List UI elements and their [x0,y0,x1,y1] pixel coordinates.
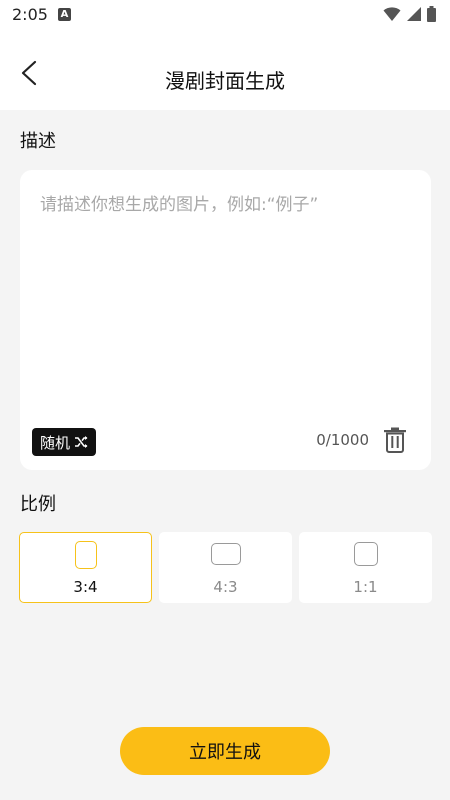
shuffle-icon [75,436,88,448]
a-app-icon: A [58,8,71,21]
ratio-label: 比例 [20,494,56,515]
generate-button[interactable]: 立即生成 [120,727,330,775]
trash-icon[interactable] [383,427,407,453]
description-input[interactable] [38,188,417,422]
portrait-ratio-icon [74,541,97,569]
ratio-option-label: 1:1 [353,578,378,596]
ratio-option-label: 4:3 [213,578,238,596]
header: 漫剧封面生成 [0,32,450,110]
ratio-option-1-1[interactable]: 1:1 [299,532,432,603]
description-card: 随机 0/1000 [20,170,431,470]
status-time: 2:05 [12,5,48,24]
random-button-label: 随机 [40,433,71,452]
landscape-ratio-icon [210,543,241,565]
char-counter: 0/1000 [316,431,369,449]
ratio-options: 3:4 4:3 1:1 [19,532,432,603]
ratio-option-3-4[interactable]: 3:4 [19,532,152,603]
status-icons [383,6,436,22]
wifi-icon [383,7,401,21]
battery-icon [427,6,436,22]
description-label: 描述 [20,131,56,152]
status-bar: 2:05 A [0,0,450,32]
page-title: 漫剧封面生成 [165,69,285,93]
random-button[interactable]: 随机 [32,428,97,456]
square-ratio-icon [353,542,378,566]
ratio-option-4-3[interactable]: 4:3 [159,532,292,603]
ratio-option-label: 3:4 [73,578,98,596]
signal-icon [407,7,421,21]
